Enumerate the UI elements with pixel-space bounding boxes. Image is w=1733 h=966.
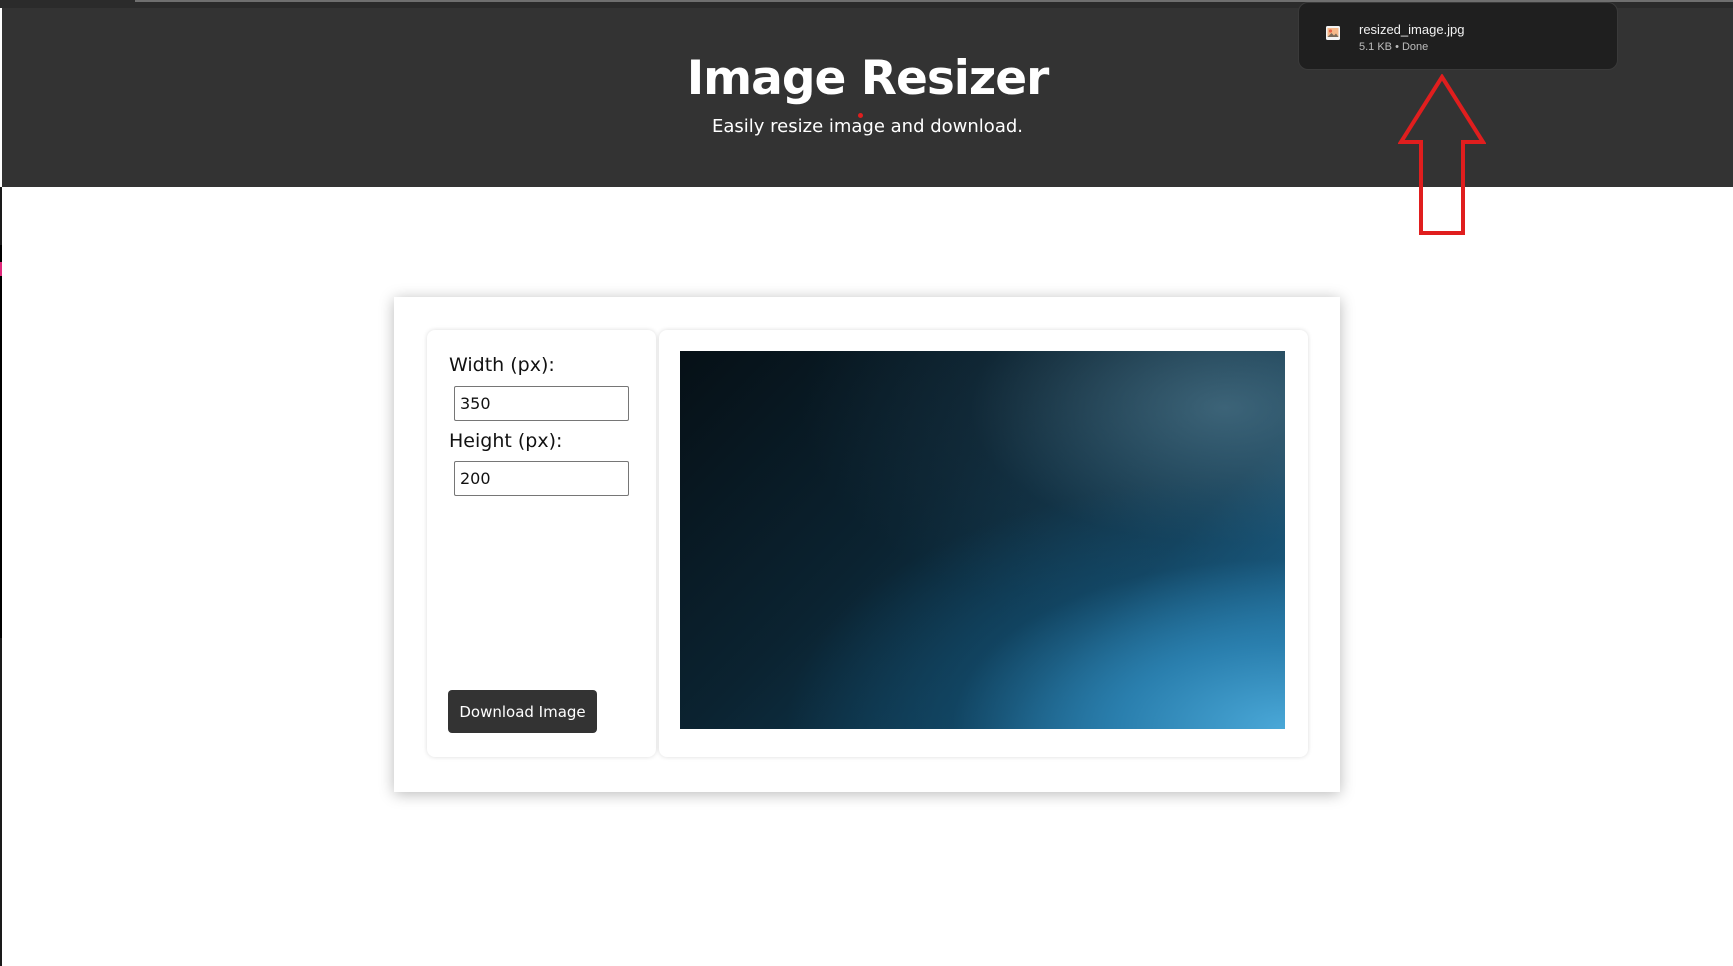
height-label: Height (px): (449, 430, 563, 452)
image-preview (680, 351, 1285, 729)
left-window-edge-dark (0, 245, 2, 638)
download-image-button[interactable]: Download Image (448, 690, 597, 733)
controls-panel: Width (px): Height (px): Download Image (427, 330, 656, 757)
height-input[interactable] (454, 461, 629, 496)
preview-panel (659, 330, 1308, 757)
download-file-status: 5.1 KB • Done (1359, 41, 1429, 53)
cursor-marker (858, 113, 863, 118)
width-input[interactable] (454, 386, 629, 421)
download-file-name[interactable]: resized_image.jpg (1359, 22, 1465, 37)
image-file-icon (1325, 25, 1341, 41)
up-arrow-outline-icon (1398, 74, 1486, 235)
resizer-card: Width (px): Height (px): Download Image (394, 297, 1340, 792)
left-window-edge-accent (0, 262, 2, 276)
download-notification[interactable]: resized_image.jpg 5.1 KB • Done (1298, 2, 1618, 70)
width-label: Width (px): (449, 354, 555, 376)
